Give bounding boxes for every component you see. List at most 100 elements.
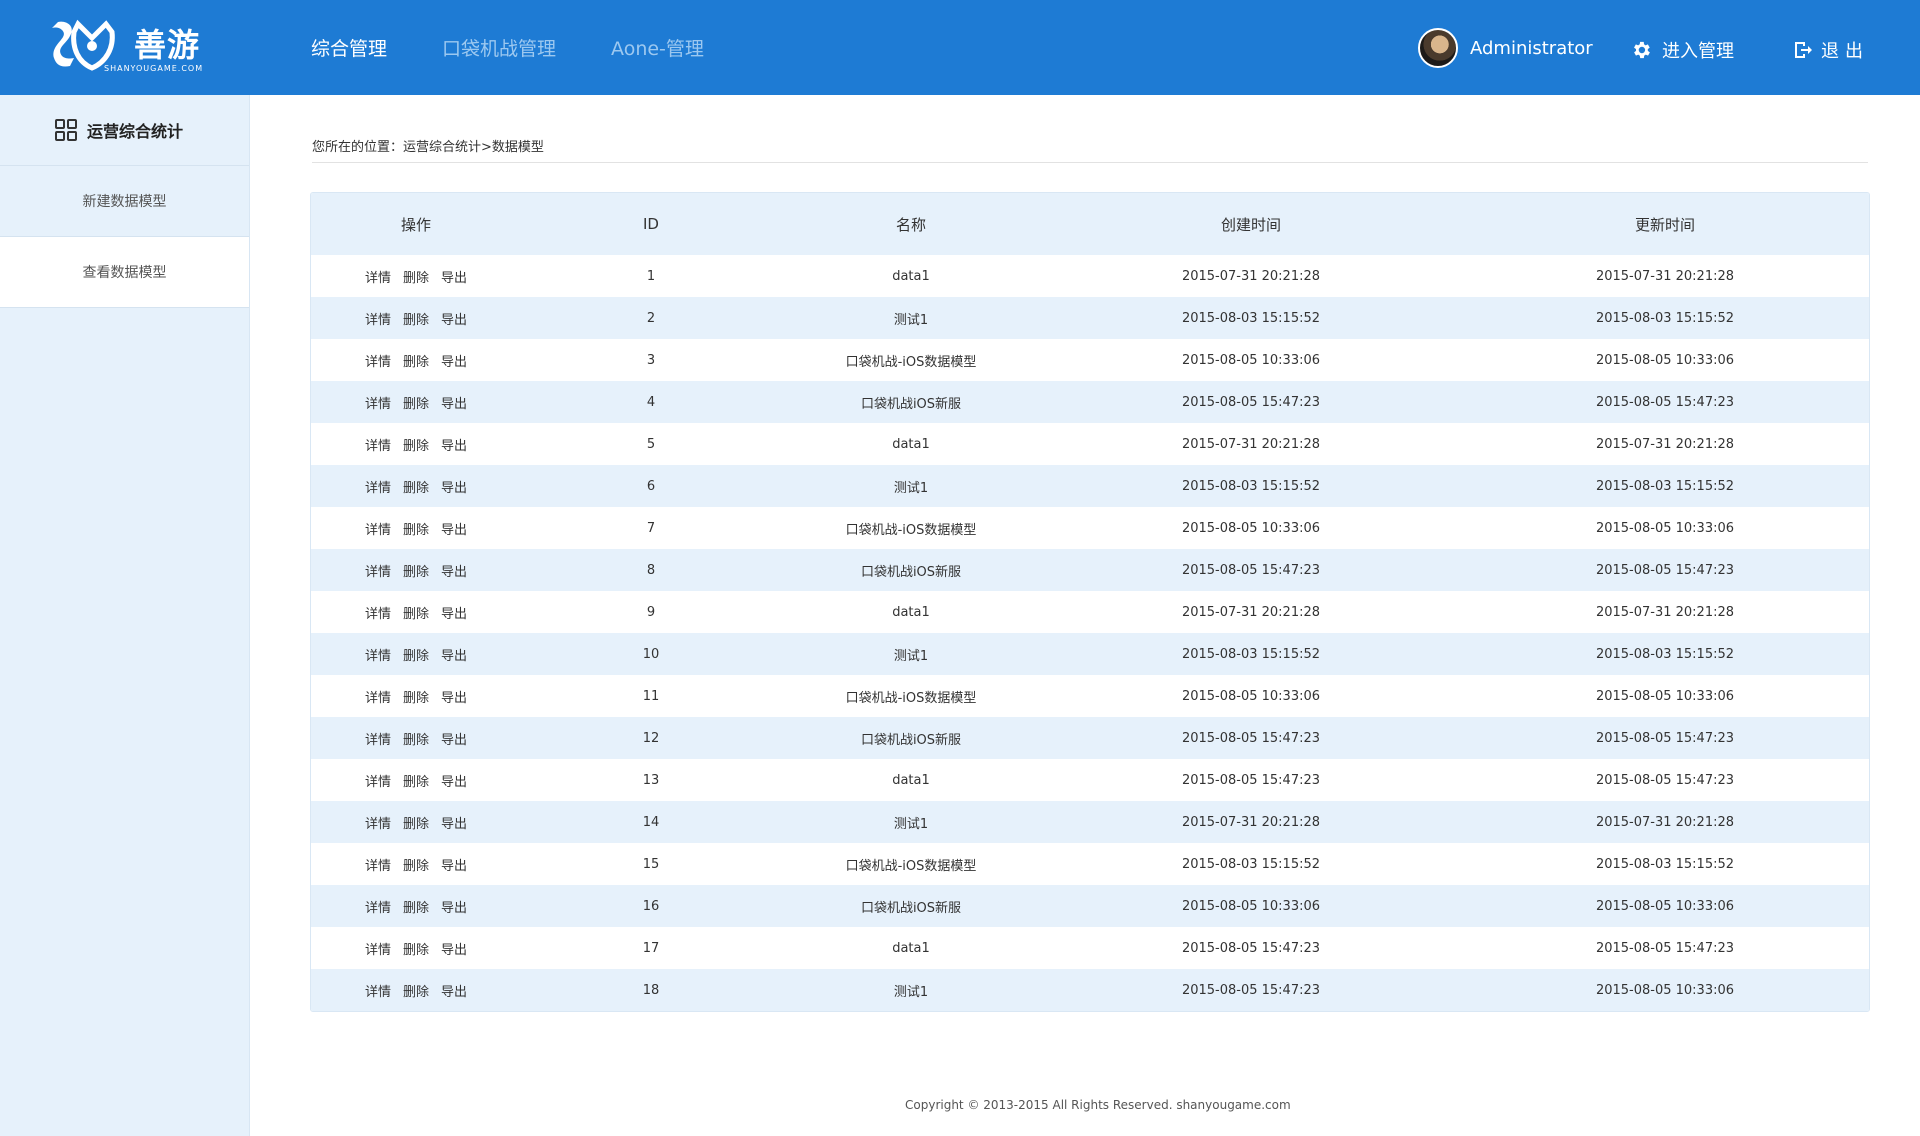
delete-link[interactable]: 删除 (403, 565, 429, 580)
column-header-name[interactable]: 名称 (781, 193, 1041, 255)
delete-link[interactable]: 删除 (403, 859, 429, 874)
row-actions: 详情 删除 导出 (311, 843, 521, 885)
main-nav: 综合管理 口袋机战管理 Aone-管理 (311, 0, 759, 95)
detail-link[interactable]: 详情 (365, 859, 391, 874)
delete-link[interactable]: 删除 (403, 691, 429, 706)
cell-updated: 2015-08-05 10:33:06 (1595, 520, 1735, 536)
delete-link[interactable]: 删除 (403, 649, 429, 664)
delete-link[interactable]: 删除 (403, 607, 429, 622)
export-link[interactable]: 导出 (441, 313, 467, 328)
delete-link[interactable]: 删除 (403, 397, 429, 412)
delete-link[interactable]: 删除 (403, 355, 429, 370)
cell-name: data1 (892, 772, 930, 788)
cell-updated: 2015-08-03 15:15:52 (1461, 633, 1869, 675)
export-link[interactable]: 导出 (441, 901, 467, 916)
user-info[interactable]: Administrator (1418, 28, 1593, 68)
enter-manage-label: 进入管理 (1662, 41, 1734, 62)
cell-created: 2015-07-31 20:21:28 (1181, 268, 1321, 284)
nav-item-aone[interactable]: Aone-管理 (611, 34, 704, 61)
cell-created: 2015-08-03 15:15:52 (1041, 465, 1461, 507)
row-actions: 详情 删除 导出 (311, 969, 521, 1011)
detail-link[interactable]: 详情 (365, 565, 391, 580)
delete-link[interactable]: 删除 (403, 943, 429, 958)
delete-link[interactable]: 删除 (403, 985, 429, 1000)
detail-link[interactable]: 详情 (365, 355, 391, 370)
cell-name: 测试1 (781, 297, 1041, 339)
detail-link[interactable]: 详情 (365, 607, 391, 622)
detail-link[interactable]: 详情 (365, 775, 391, 790)
column-header-updated[interactable]: 更新时间 (1461, 193, 1869, 255)
export-link[interactable]: 导出 (441, 481, 467, 496)
row-actions: 详情 删除 导出 (311, 465, 521, 507)
export-link[interactable]: 导出 (441, 859, 467, 874)
delete-link[interactable]: 删除 (403, 439, 429, 454)
detail-link[interactable]: 详情 (365, 523, 391, 538)
export-link[interactable]: 导出 (441, 355, 467, 370)
enter-manage-button[interactable]: 进入管理 (1630, 37, 1734, 63)
username: Administrator (1470, 37, 1593, 59)
export-link[interactable]: 导出 (441, 439, 467, 454)
detail-link[interactable]: 详情 (365, 397, 391, 412)
logout-label: 退出 (1821, 41, 1869, 62)
detail-link[interactable]: 详情 (365, 733, 391, 748)
export-link[interactable]: 导出 (441, 733, 467, 748)
table-header-row: 操作 ID 名称 创建时间 更新时间 (311, 193, 1869, 255)
detail-link[interactable]: 详情 (365, 817, 391, 832)
breadcrumb: 您所在的位置：运营综合统计>数据模型 (312, 140, 544, 155)
cell-id: 12 (521, 717, 781, 759)
table-row: 详情 删除 导出 14 测试1 2015-07-31 20:21:28 2015-07-31… (311, 801, 1869, 843)
top-header: 善游 SHANYOUGAME.COM 综合管理 口袋机战管理 Aone-管理 A… (0, 0, 1920, 95)
export-link[interactable]: 导出 (441, 649, 467, 664)
detail-link[interactable]: 详情 (365, 271, 391, 286)
export-link[interactable]: 导出 (441, 397, 467, 412)
detail-link[interactable]: 详情 (365, 943, 391, 958)
export-link[interactable]: 导出 (441, 985, 467, 1000)
table-row: 详情 删除 导出 1 data1 2015-07-31 20:21:28 2015-07-3… (311, 255, 1869, 297)
grid-icon (55, 119, 77, 141)
brand-logo[interactable]: 善游 SHANYOUGAME.COM (48, 14, 208, 76)
nav-item-general[interactable]: 综合管理 (311, 34, 387, 61)
export-link[interactable]: 导出 (441, 943, 467, 958)
avatar[interactable] (1418, 28, 1458, 68)
detail-link[interactable]: 详情 (365, 901, 391, 916)
export-link[interactable]: 导出 (441, 775, 467, 790)
detail-link[interactable]: 详情 (365, 985, 391, 1000)
delete-link[interactable]: 删除 (403, 481, 429, 496)
cell-id: 5 (646, 436, 656, 452)
cell-created: 2015-08-03 15:15:52 (1181, 856, 1321, 872)
sidebar-title-label: 运营综合统计 (87, 122, 184, 141)
delete-link[interactable]: 删除 (403, 901, 429, 916)
export-link[interactable]: 导出 (441, 691, 467, 706)
cell-name: data1 (892, 268, 930, 284)
column-header-created[interactable]: 创建时间 (1041, 193, 1461, 255)
export-link[interactable]: 导出 (441, 565, 467, 580)
delete-link[interactable]: 删除 (403, 523, 429, 538)
row-actions: 详情 删除 导出 (311, 633, 521, 675)
delete-link[interactable]: 删除 (403, 817, 429, 832)
sidebar-title[interactable]: 运营综合统计 (0, 95, 249, 166)
sidebar-item-new-model[interactable]: 新建数据模型 (0, 166, 249, 237)
export-link[interactable]: 导出 (441, 271, 467, 286)
nav-item-pocket-mech[interactable]: 口袋机战管理 (442, 34, 556, 61)
delete-link[interactable]: 删除 (403, 271, 429, 286)
detail-link[interactable]: 详情 (365, 481, 391, 496)
cell-id: 4 (521, 381, 781, 423)
export-link[interactable]: 导出 (441, 817, 467, 832)
detail-link[interactable]: 详情 (365, 649, 391, 664)
cell-id: 8 (521, 549, 781, 591)
sidebar-item-view-models[interactable]: 查看数据模型 (0, 237, 249, 308)
delete-link[interactable]: 删除 (403, 775, 429, 790)
cell-id: 13 (642, 772, 660, 788)
row-actions: 详情 删除 导出 (311, 927, 521, 969)
delete-link[interactable]: 删除 (403, 733, 429, 748)
export-link[interactable]: 导出 (441, 523, 467, 538)
column-header-id[interactable]: ID (521, 193, 781, 255)
delete-link[interactable]: 删除 (403, 313, 429, 328)
detail-link[interactable]: 详情 (365, 691, 391, 706)
detail-link[interactable]: 详情 (365, 439, 391, 454)
logout-button[interactable]: 退出 (1793, 37, 1869, 63)
export-link[interactable]: 导出 (441, 607, 467, 622)
cell-created: 2015-07-31 20:21:28 (1181, 604, 1321, 620)
table-row: 详情 删除 导出 11 口袋机战-iOS数据模型 2015-08-05 10:33:06 2… (311, 675, 1869, 717)
detail-link[interactable]: 详情 (365, 313, 391, 328)
